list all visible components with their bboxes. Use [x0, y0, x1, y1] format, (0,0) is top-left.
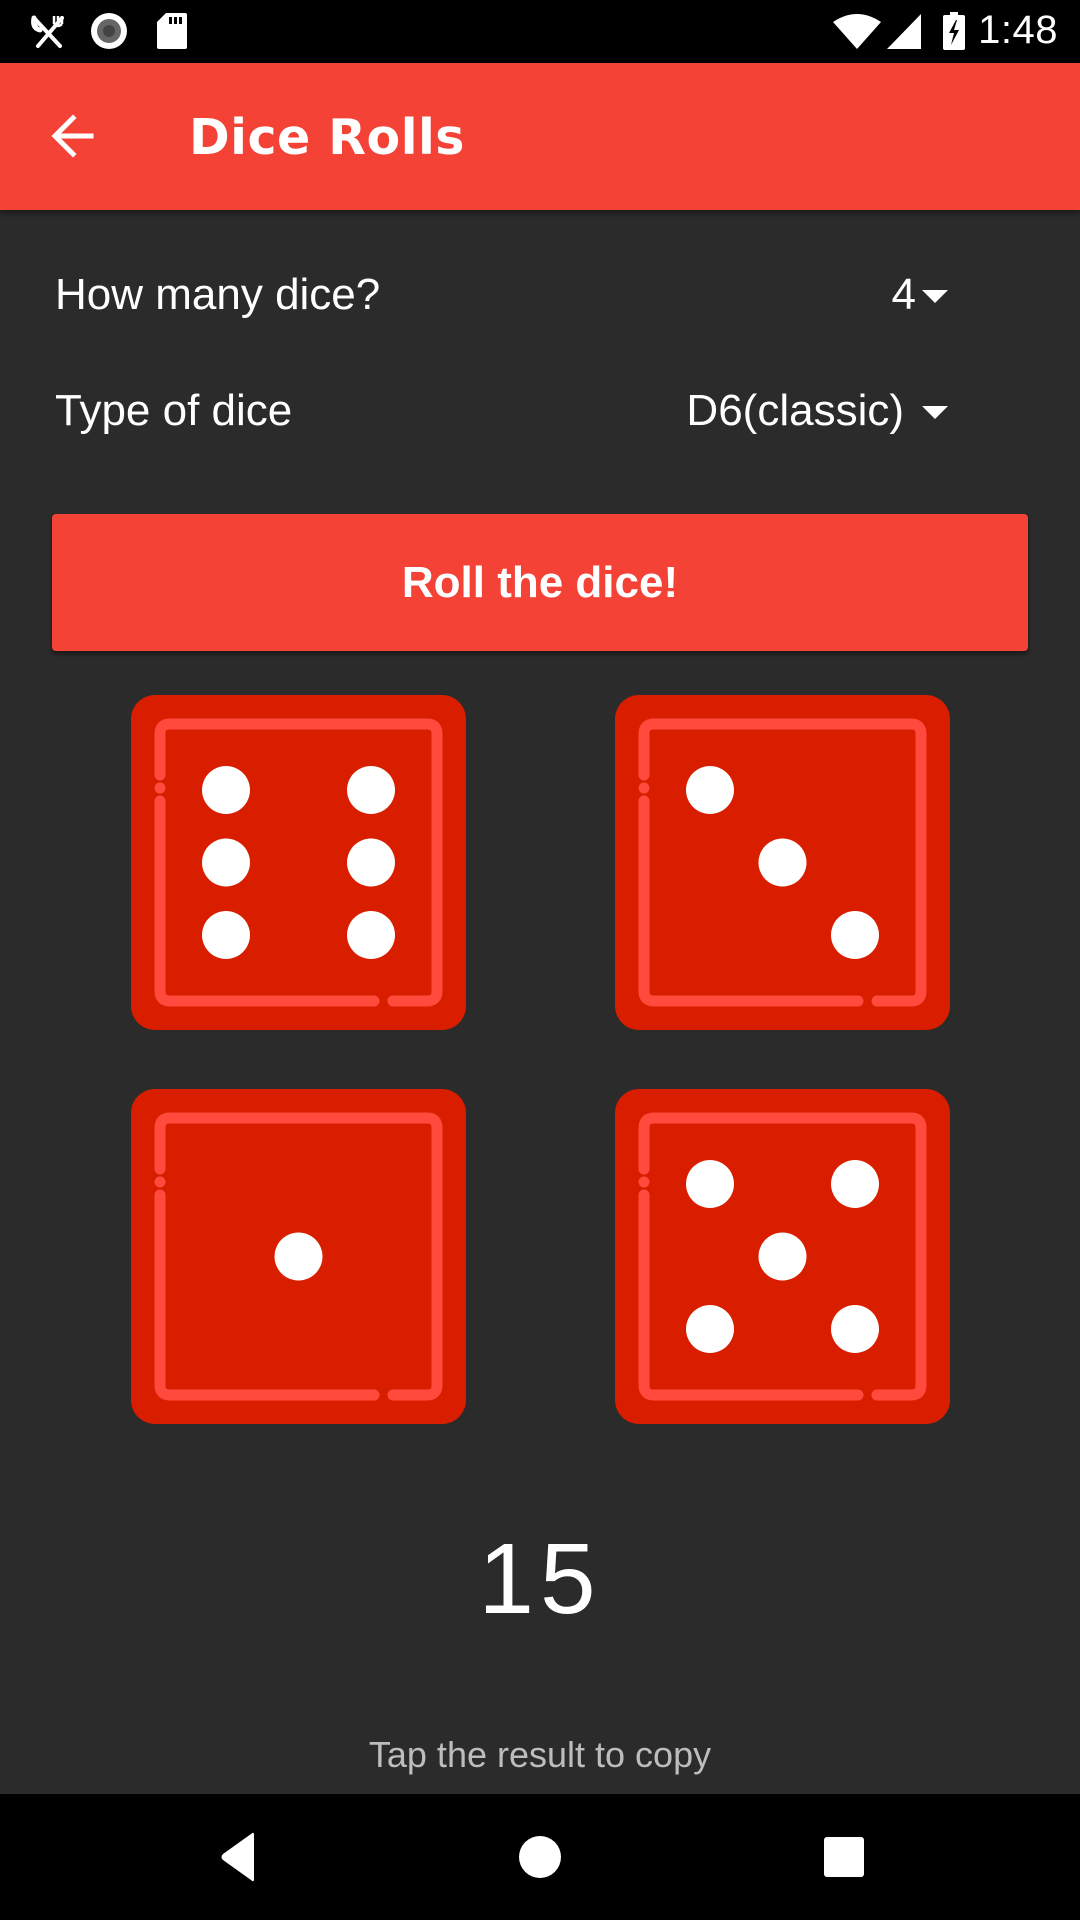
record-icon	[91, 13, 127, 49]
die-pip	[347, 911, 395, 959]
die-pip	[831, 1160, 879, 1208]
sd-card-icon	[157, 13, 187, 49]
die-pip	[202, 838, 250, 887]
result-total[interactable]: 15	[0, 1522, 1080, 1637]
die-body	[131, 695, 466, 1030]
back-button[interactable]	[40, 103, 106, 169]
copy-hint: Tap the result to copy	[368, 1734, 712, 1775]
battery-charging-icon	[943, 12, 965, 50]
die[interactable]	[615, 695, 950, 1030]
dice-count-row: How many dice? 4	[0, 258, 1080, 338]
die-outline-dot	[638, 1176, 650, 1188]
dice-type-value: D6(classic)	[686, 386, 904, 435]
dice-type-dropdown[interactable]: D6(classic)	[620, 374, 1040, 454]
restaurant-icon	[31, 15, 64, 48]
die-face-icon	[615, 695, 950, 1030]
die-pip	[831, 911, 879, 959]
die-face-icon	[131, 1089, 466, 1424]
dice-type-row: Type of dice D6(classic)	[0, 374, 1080, 454]
die-pip	[202, 911, 250, 959]
dice-count-dropdown[interactable]: 4	[740, 258, 1040, 338]
dice-count-label: How many dice?	[55, 270, 381, 319]
wifi-icon	[833, 14, 881, 49]
die-pip	[274, 1232, 323, 1281]
back-nav-icon[interactable]	[210, 1827, 270, 1887]
die-pip	[202, 766, 250, 814]
die-outline-dot	[154, 1176, 166, 1188]
die-pip	[347, 766, 395, 814]
status-time: 1:48	[978, 8, 1058, 52]
chevron-down-icon	[922, 406, 948, 419]
recents-nav-icon[interactable]	[814, 1827, 874, 1887]
die-outline-dot	[638, 782, 650, 794]
die-pip	[347, 838, 395, 887]
die-pip	[758, 1232, 807, 1281]
cell-signal-icon	[887, 14, 921, 49]
die-pip	[831, 1305, 879, 1353]
dice-count-value: 4	[891, 270, 916, 319]
die[interactable]	[131, 695, 466, 1030]
die-face-icon	[131, 695, 466, 1030]
die-pip	[758, 838, 807, 887]
navigation-bar	[0, 1794, 1080, 1920]
die-face-icon	[615, 1089, 950, 1424]
chevron-down-icon	[922, 290, 948, 303]
die-pip	[686, 1160, 734, 1208]
die-outline-dot	[154, 782, 166, 794]
page-title: Dice Rolls	[189, 109, 465, 166]
dice-type-label: Type of dice	[55, 386, 293, 435]
die-pip	[686, 1305, 734, 1353]
die[interactable]	[615, 1089, 950, 1424]
arrow-back-icon	[51, 114, 94, 158]
die[interactable]	[131, 1089, 466, 1424]
app-bar: Dice Rolls	[0, 63, 1080, 210]
home-nav-icon[interactable]	[510, 1827, 570, 1887]
status-bar: 1:48	[0, 0, 1080, 63]
roll-dice-button[interactable]: Roll the dice!	[52, 514, 1028, 651]
die-pip	[686, 766, 734, 814]
